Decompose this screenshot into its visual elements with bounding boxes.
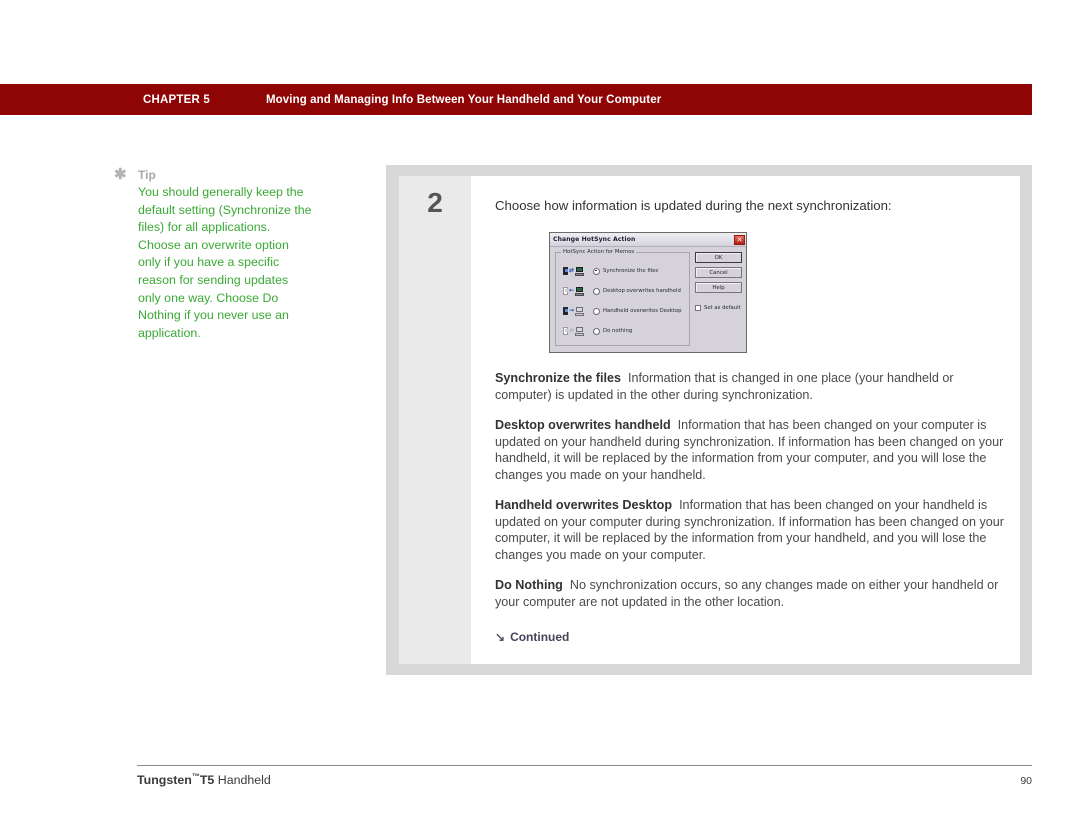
chapter-header-bar: CHAPTER 5 Moving and Managing Info Betwe… xyxy=(0,84,1032,115)
option-label: Desktop overwrites handheld xyxy=(603,288,681,294)
handheld-sync-computer-icon: ⇄ xyxy=(560,266,593,276)
definition-item: Do Nothing No synchronization occurs, so … xyxy=(495,577,1006,610)
page-footer: Tungsten™T5 Handheld 90 xyxy=(137,772,1032,787)
definition-term: Handheld overwrites Desktop xyxy=(495,498,673,512)
footer-model: T5 xyxy=(199,773,215,788)
trademark-icon: ™ xyxy=(191,772,200,781)
dialog-title: Change HotSync Action xyxy=(553,236,636,243)
radio-synchronize-the-files[interactable] xyxy=(593,267,600,275)
footer-product: Tungsten™T5 Handheld xyxy=(137,772,271,787)
footer-kind: Handheld xyxy=(217,773,271,788)
dialog-titlebar: Change HotSync Action ✕ xyxy=(550,233,746,247)
step-number-column: 2 xyxy=(399,176,471,664)
continued-label: Continued xyxy=(510,630,570,644)
set-as-default-checkbox[interactable]: Set as default xyxy=(695,305,742,311)
checkbox-label: Set as default xyxy=(704,305,741,311)
asterisk-icon: ✱ xyxy=(114,166,127,183)
definition-term: Synchronize the files xyxy=(495,371,621,385)
hotsync-action-groupbox: HotSync Action for Memos ⇄ Synchronize t… xyxy=(555,249,690,346)
tip-text: You should generally keep the default se… xyxy=(138,185,312,340)
radio-do-nothing[interactable] xyxy=(593,327,600,335)
definition-description: No synchronization occurs, so any change… xyxy=(495,578,999,609)
chapter-title: Moving and Managing Info Between Your Ha… xyxy=(265,93,662,106)
step-intro-text: Choose how information is updated during… xyxy=(495,198,892,213)
option-row[interactable]: ≠ Do nothing xyxy=(560,321,686,341)
tip-sidebar: ✱ Tip You should generally keep the defa… xyxy=(114,166,314,342)
chapter-label: CHAPTER 5 xyxy=(143,93,210,106)
option-label: Handheld overwrites Desktop xyxy=(603,308,682,314)
cancel-button[interactable]: Cancel xyxy=(695,267,742,278)
tip-header: ✱ Tip xyxy=(114,166,314,183)
footer-divider xyxy=(137,765,1032,766)
radio-desktop-overwrites-handheld[interactable] xyxy=(593,287,600,295)
step-panel-inner: 2 Choose how information is updated duri… xyxy=(399,176,1020,664)
option-row[interactable]: ⇄ Synchronize the files xyxy=(560,261,686,281)
continued-marker: ↘ Continued xyxy=(495,630,1006,644)
step-number: 2 xyxy=(427,187,443,218)
definition-list: Synchronize the files Information that is… xyxy=(495,370,1006,610)
option-label: Synchronize the files xyxy=(603,268,659,274)
definition-item: Synchronize the files Information that is… xyxy=(495,370,1006,403)
option-label: Do nothing xyxy=(603,328,633,334)
definition-item: Desktop overwrites handheld Information t… xyxy=(495,417,1006,483)
change-hotsync-action-dialog: Change HotSync Action ✕ HotSync Action f… xyxy=(549,232,747,353)
step-content: Choose how information is updated during… xyxy=(471,176,1020,664)
footer-product-name: Tungsten xyxy=(137,773,192,788)
radio-handheld-overwrites-desktop[interactable] xyxy=(593,307,600,315)
definition-term: Desktop overwrites handheld xyxy=(495,418,671,432)
tip-label: Tip xyxy=(138,168,156,182)
definition-item: Handheld overwrites Desktop Information t… xyxy=(495,497,1006,563)
handheld-to-computer-icon: → xyxy=(560,306,593,316)
option-row[interactable]: ← Desktop overwrites handheld xyxy=(560,281,686,301)
checkbox-box[interactable] xyxy=(695,305,701,311)
page-number: 90 xyxy=(1020,775,1032,788)
step-panel: 2 Choose how information is updated duri… xyxy=(386,165,1032,675)
option-row[interactable]: → Handheld overwrites Desktop xyxy=(560,301,686,321)
dialog-screenshot: Change HotSync Action ✕ HotSync Action f… xyxy=(549,232,747,353)
close-icon[interactable]: ✕ xyxy=(734,234,745,245)
dialog-button-column: OK Cancel Help Set as default xyxy=(690,252,742,346)
definition-term: Do Nothing xyxy=(495,578,563,592)
no-sync-icon: ≠ xyxy=(560,326,593,336)
help-button[interactable]: Help xyxy=(695,282,742,293)
ok-button[interactable]: OK xyxy=(695,252,742,263)
arrow-down-right-icon: ↘ xyxy=(495,630,506,644)
computer-to-handheld-icon: ← xyxy=(560,286,593,296)
groupbox-label: HotSync Action for Memos xyxy=(561,249,637,255)
dialog-body: HotSync Action for Memos ⇄ Synchronize t… xyxy=(550,247,746,352)
